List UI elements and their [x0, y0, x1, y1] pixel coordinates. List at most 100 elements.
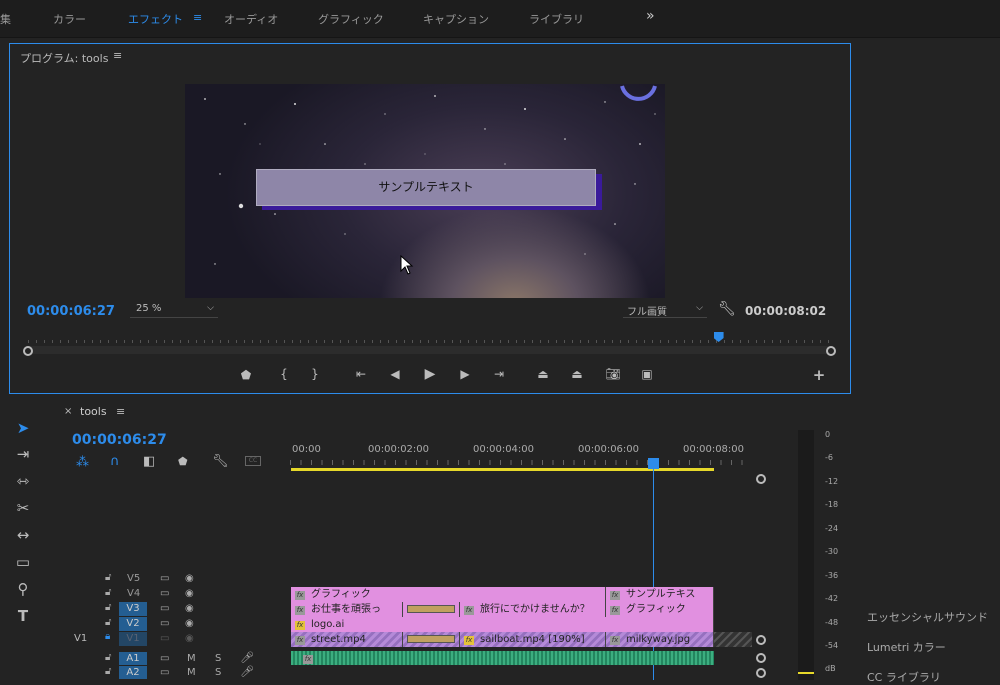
source-patch-v1[interactable]: V1 [74, 633, 87, 644]
clip-street[interactable]: fx street.mp4 [291, 632, 403, 647]
toggle-output-icon[interactable]: ▭ [160, 618, 169, 629]
go-to-in-icon[interactable]: ⇤ [351, 367, 371, 381]
quality-select[interactable]: フル画質 ⌵ [623, 303, 707, 318]
scroll-handle[interactable] [756, 474, 766, 484]
track-target-a1[interactable]: A1 [119, 652, 147, 665]
timeline-settings-icon[interactable]: 🔧︎ [212, 454, 229, 469]
ripple-edit-tool-icon[interactable]: ⇿ [13, 472, 33, 492]
toggle-output-icon[interactable]: ▭ [160, 588, 169, 599]
toggle-output-icon[interactable]: ▭ [160, 633, 169, 644]
export-frame-icon[interactable]: 📷︎ [603, 367, 623, 381]
eye-icon[interactable]: ◉ [185, 588, 194, 599]
scroll-handle[interactable] [756, 668, 766, 678]
clip-graphic[interactable]: fx グラフィック [291, 587, 606, 602]
step-back-icon[interactable]: ◀︎ [385, 367, 405, 381]
track-target-v1[interactable]: V1 [119, 632, 147, 646]
mute-button[interactable]: M [187, 667, 196, 678]
clip-logo[interactable]: fx logo.ai [291, 617, 714, 632]
audio-clip-a1[interactable]: fx [291, 651, 714, 665]
extract-icon[interactable]: ⏏︎ [567, 367, 587, 381]
razor-tool-icon[interactable]: ✂︎ [13, 499, 33, 519]
workspace-tab-audio[interactable]: オーディオ [224, 11, 278, 27]
clip-travel-text[interactable]: fx 旅行にでかけませんか？ [460, 602, 606, 617]
program-timecode[interactable]: 00:00:06:27 [27, 304, 115, 319]
track-lock-icon[interactable]: 🔒︎ [105, 631, 110, 642]
zoom-select[interactable]: 25 % ⌵ [130, 303, 218, 318]
comparison-view-icon[interactable]: ▣ [637, 367, 657, 381]
track-target-v2[interactable]: V2 [119, 617, 147, 631]
track-target-a2[interactable]: A2 [119, 666, 147, 679]
toggle-output-icon[interactable]: ▭ [160, 603, 169, 614]
workspace-tab-color[interactable]: カラー [53, 11, 86, 27]
eye-icon[interactable]: ◉ [185, 573, 194, 584]
microphone-icon[interactable]: 🎤︎ [240, 665, 254, 678]
workspace-menu-icon[interactable]: ≡ [193, 11, 202, 24]
go-to-out-icon[interactable]: ⇥ [489, 367, 509, 381]
snap-icon[interactable]: ∩ [110, 454, 120, 469]
type-tool-icon[interactable]: T [13, 607, 33, 627]
sequence-tab[interactable]: tools [80, 405, 107, 418]
zoom-handle-right[interactable] [826, 346, 836, 356]
monitor-scrub-bar[interactable] [28, 346, 831, 354]
add-button-icon[interactable]: + [809, 366, 829, 384]
nest-icon[interactable]: ⁂ [76, 455, 89, 470]
solo-button[interactable]: S [215, 653, 221, 664]
clip-milkyway[interactable]: fx milkyway.jpg [606, 632, 714, 647]
zoom-handle-left[interactable] [23, 346, 33, 356]
mark-out-icon[interactable]: } [305, 367, 325, 381]
add-marker-icon[interactable]: ⬟ [178, 455, 188, 468]
clip-work-text[interactable]: fx お仕事を頑張っ [291, 602, 403, 617]
microphone-icon[interactable]: 🎤︎ [240, 651, 254, 664]
eye-icon[interactable]: ◉ [185, 633, 194, 644]
workspace-tab-captions[interactable]: キャプション [423, 11, 489, 27]
mark-in-icon[interactable]: { [274, 367, 294, 381]
toggle-output-icon[interactable]: ▭ [160, 573, 169, 584]
track-lock-icon[interactable]: 🔓︎ [105, 602, 111, 613]
track-lock-icon[interactable]: 🔓︎ [105, 572, 111, 583]
cc-libraries-tab[interactable]: CC ライブラリ [867, 669, 941, 685]
track-lock-icon[interactable]: 🔓︎ [105, 652, 111, 663]
timeline-playhead-handle[interactable] [648, 458, 659, 469]
linked-selection-icon[interactable]: ◧ [143, 454, 155, 469]
clip-sample-text[interactable]: fx サンプルテキス [606, 587, 714, 602]
eye-icon[interactable]: ◉ [185, 618, 194, 629]
clip-graphic-2[interactable]: fx グラフィック [606, 602, 714, 617]
more-workspaces-icon[interactable]: » [646, 8, 655, 24]
clip-transition-2[interactable] [403, 632, 460, 647]
eye-icon[interactable]: ◉ [185, 603, 194, 614]
track-lock-icon[interactable]: 🔓︎ [105, 617, 111, 628]
scroll-handle[interactable] [756, 635, 766, 645]
play-icon[interactable]: ▶︎ [420, 366, 440, 382]
program-monitor-menu-icon[interactable]: ≡ [113, 49, 122, 62]
toggle-output-icon[interactable]: ▭ [160, 653, 169, 664]
overlay-text-box[interactable]: サンプルテキスト [256, 169, 596, 206]
track-target-v3[interactable]: V3 [119, 602, 147, 616]
program-video-frame[interactable]: サンプルテキスト [185, 84, 665, 298]
sequence-menu-icon[interactable]: ≡ [116, 405, 125, 418]
workspace-tab-graphics[interactable]: グラフィック [318, 11, 384, 27]
essential-sound-tab[interactable]: エッセンシャルサウンド [867, 609, 988, 625]
timeline-ruler[interactable]: 00:00 00:00:02:00 00:00:04:00 00:00:06:0… [290, 441, 760, 469]
clip-transition[interactable] [403, 602, 460, 617]
captions-icon[interactable]: CC [245, 456, 261, 466]
workspace-tab-effects[interactable]: エフェクト [128, 11, 183, 27]
scroll-handle[interactable] [756, 653, 766, 663]
solo-button[interactable]: S [215, 667, 221, 678]
workspace-tab-edit[interactable]: 集 [0, 11, 11, 27]
close-sequence-icon[interactable]: × [64, 406, 72, 417]
lift-icon[interactable]: ⏏︎ [533, 367, 553, 381]
track-lock-icon[interactable]: 🔓︎ [105, 666, 111, 677]
timeline-timecode[interactable]: 00:00:06:27 [72, 432, 167, 448]
slip-tool-icon[interactable]: ↔ [13, 526, 33, 546]
wrench-icon[interactable]: 🔧︎ [718, 301, 736, 317]
lumetri-color-tab[interactable]: Lumetri カラー [867, 639, 946, 655]
toggle-output-icon[interactable]: ▭ [160, 667, 169, 678]
add-marker-icon[interactable]: ⬟ [236, 368, 256, 382]
zoom-tool-icon[interactable]: ⚲ [13, 580, 33, 600]
track-lock-icon[interactable]: 🔓︎ [105, 587, 111, 598]
workspace-tab-libraries[interactable]: ライブラリ [529, 11, 584, 27]
clip-sailboat[interactable]: fx sailboat.mp4 [190%] [460, 632, 606, 647]
selection-tool-icon[interactable]: ➤ [13, 419, 33, 439]
rectangle-tool-icon[interactable]: ▭ [13, 553, 33, 573]
track-select-tool-icon[interactable]: ⇥ [13, 445, 33, 465]
